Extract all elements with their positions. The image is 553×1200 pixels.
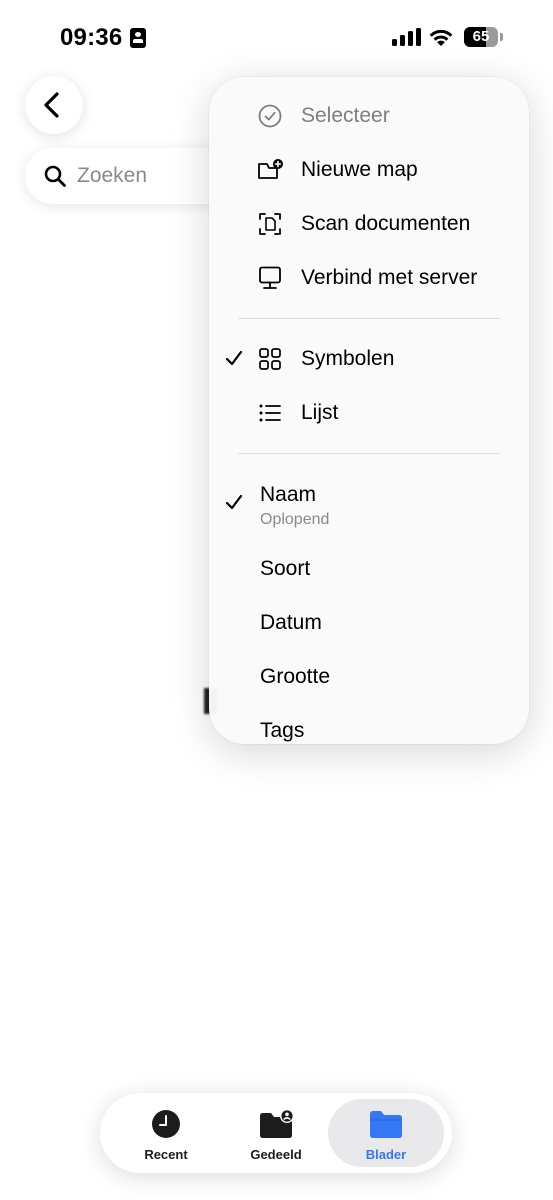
menu-item-select[interactable]: Selecteer — [209, 90, 529, 142]
menu-separator — [238, 318, 500, 319]
tab-bar: Recent Gedeeld Blader — [100, 1093, 452, 1173]
tab-label: Recent — [144, 1147, 188, 1162]
menu-item-label: Nieuwe map — [301, 158, 418, 181]
menu-item-connect-server[interactable]: Verbind met server — [209, 252, 529, 304]
menu-item-label: Tags — [260, 719, 305, 742]
menu-item-sort-size[interactable]: Grootte — [209, 651, 529, 703]
scan-document-icon — [259, 213, 281, 235]
tab-label: Blader — [365, 1147, 407, 1162]
menu-separator — [238, 453, 500, 454]
menu-item-sort-date[interactable]: Datum — [209, 597, 529, 649]
checkmark-icon — [225, 494, 243, 510]
menu-item-view-icons[interactable]: Symbolen — [209, 333, 529, 385]
clock-icon — [152, 1110, 180, 1138]
chevron-left-icon — [44, 92, 59, 118]
menu-item-new-folder[interactable]: Nieuwe map — [209, 144, 529, 196]
menu-item-scan-documents[interactable]: Scan documenten — [209, 198, 529, 250]
menu-item-label: Soort — [260, 557, 311, 580]
menu-item-label: Verbind met server — [301, 266, 478, 289]
menu-item-label: Naam — [260, 483, 317, 506]
back-button[interactable] — [25, 76, 83, 134]
battery-icon: 65 — [464, 27, 498, 47]
shared-folder-icon — [260, 1109, 293, 1138]
menu-item-label: Datum — [260, 611, 322, 634]
checkmark-circle-icon — [258, 104, 282, 128]
server-display-icon — [259, 266, 281, 289]
menu-item-label: Scan documenten — [301, 212, 471, 235]
options-menu: Selecteer Nieuwe map Scan documenten Ver… — [209, 77, 529, 744]
tab-label: Gedeeld — [250, 1147, 302, 1162]
tab-recent[interactable]: Recent — [108, 1099, 224, 1167]
menu-item-sublabel: Oplopend — [260, 511, 330, 528]
tab-browse[interactable]: Blader — [328, 1099, 444, 1167]
wifi-icon — [429, 29, 453, 46]
contact-card-icon — [130, 28, 146, 48]
menu-item-sort-name[interactable]: Naam Oplopend — [209, 469, 529, 539]
list-icon — [259, 404, 281, 422]
folder-plus-icon — [258, 159, 283, 179]
search-icon — [44, 165, 66, 187]
menu-item-label: Grootte — [260, 665, 331, 688]
checkmark-icon — [225, 350, 243, 366]
cellular-signal-icon — [392, 28, 422, 46]
menu-item-sort-tags[interactable]: Tags — [209, 705, 529, 744]
menu-item-sort-kind[interactable]: Soort — [209, 543, 529, 595]
tab-shared[interactable]: Gedeeld — [218, 1099, 334, 1167]
folder-icon — [370, 1111, 402, 1138]
menu-item-label: Symbolen — [301, 347, 395, 370]
battery-percentage: 65 — [472, 28, 490, 45]
grid-icon — [259, 348, 281, 370]
menu-item-view-list[interactable]: Lijst — [209, 387, 529, 439]
search-input[interactable]: Zoeken — [77, 164, 147, 188]
menu-item-label: Selecteer — [301, 104, 390, 127]
status-bar: 09:36 65 — [0, 0, 553, 76]
status-time: 09:36 — [60, 24, 123, 51]
menu-item-label: Lijst — [301, 401, 339, 424]
